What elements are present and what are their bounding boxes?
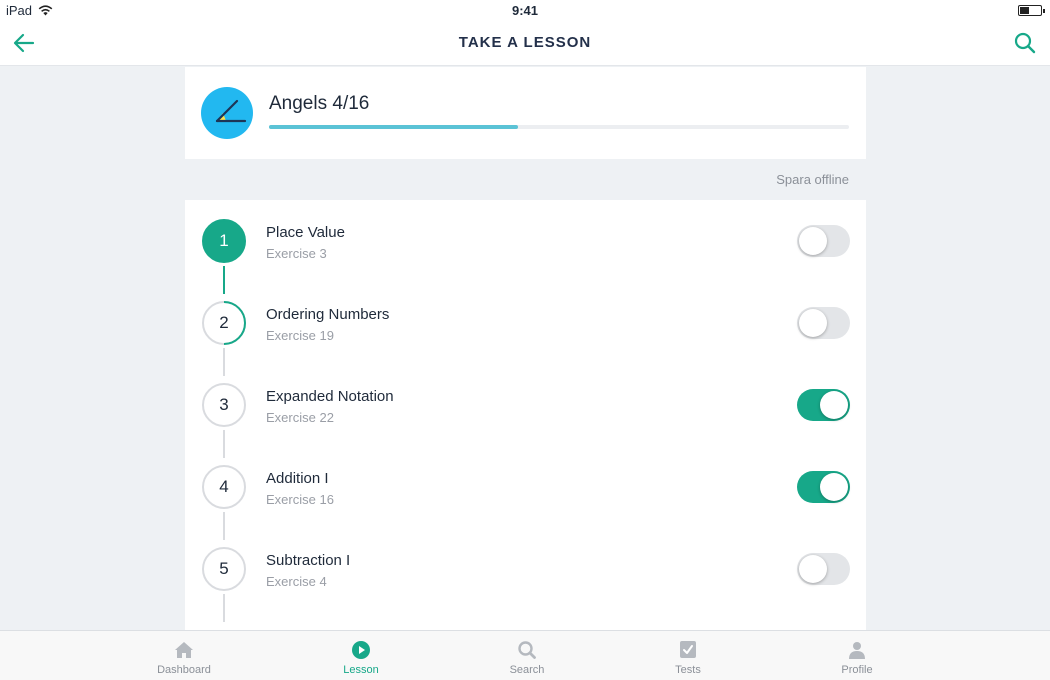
offline-toggle[interactable]: [797, 307, 850, 339]
checkbox-icon: [680, 641, 696, 658]
page-title: TAKE A LESSON: [458, 34, 592, 51]
toggle-knob: [799, 309, 827, 337]
search-button[interactable]: [1014, 32, 1036, 54]
tab-label: Profile: [841, 664, 873, 676]
offline-toggle[interactable]: [797, 225, 850, 257]
step-number: 5: [202, 547, 246, 591]
tab-profile[interactable]: Profile: [797, 631, 917, 680]
lesson-row-4[interactable]: 4 Addition I Exercise 16: [185, 446, 866, 540]
toggle-knob: [799, 227, 827, 255]
step-number-text: 5: [219, 559, 229, 578]
tab-tests[interactable]: Tests: [628, 631, 748, 680]
course-title: Angels 4/16: [269, 93, 370, 114]
lesson-row-1[interactable]: 1 Place Value Exercise 3: [185, 200, 866, 294]
lesson-title: Place Value: [266, 224, 345, 241]
offline-toggle[interactable]: [797, 389, 850, 421]
play-icon: [352, 641, 370, 659]
toggle-knob: [799, 555, 827, 583]
offline-toggle[interactable]: [797, 471, 850, 503]
step-number: 2: [202, 301, 246, 345]
status-bar: iPad 9:41: [0, 0, 1050, 20]
offline-toggle[interactable]: [797, 553, 850, 585]
nav-bar: TAKE A LESSON: [0, 20, 1050, 66]
search-icon: [518, 641, 536, 659]
tab-label: Tests: [675, 664, 701, 676]
tab-label: Lesson: [343, 664, 379, 676]
tab-bar: Dashboard Lesson Search Tests Profile: [0, 630, 1050, 680]
search-icon: [1014, 32, 1036, 54]
lesson-title: Expanded Notation: [266, 388, 394, 405]
status-time: 9:41: [511, 3, 539, 18]
course-progress-bar: [269, 125, 849, 129]
lesson-title: Ordering Numbers: [266, 306, 390, 323]
tab-label: Search: [509, 664, 545, 676]
lesson-subtitle: Exercise 4: [266, 574, 327, 589]
person-icon: [849, 642, 865, 659]
lesson-subtitle: Exercise 22: [266, 410, 334, 425]
tab-lesson[interactable]: Lesson: [301, 631, 421, 680]
lesson-list: 1 Place Value Exercise 3 2 Ordering Numb…: [185, 200, 866, 632]
battery-icon: [1018, 5, 1045, 16]
lesson-row-2[interactable]: 2 Ordering Numbers Exercise 19: [185, 282, 866, 376]
step-number: 4: [202, 465, 246, 509]
lesson-title: Subtraction I: [266, 552, 351, 569]
tab-dashboard[interactable]: Dashboard: [124, 631, 244, 680]
progress-arc: [223, 301, 246, 345]
toggle-knob: [820, 391, 848, 419]
lesson-row-5[interactable]: 5 Subtraction I Exercise 4: [185, 528, 866, 622]
lesson-subtitle: Exercise 19: [266, 328, 334, 343]
step-number-text: 3: [219, 395, 229, 414]
lesson-title: Addition I: [266, 470, 329, 487]
step-connector: [223, 594, 225, 622]
step-number-text: 1: [219, 231, 229, 250]
step-number: 3: [202, 383, 246, 427]
progress-ring: [223, 301, 246, 345]
tab-label: Dashboard: [157, 664, 211, 676]
toggle-knob: [820, 473, 848, 501]
course-progress-fill: [269, 125, 519, 129]
lesson-subtitle: Exercise 3: [266, 246, 327, 261]
home-icon: [175, 642, 193, 658]
lesson-row-3[interactable]: 3 Expanded Notation Exercise 22: [185, 364, 866, 458]
tab-search[interactable]: Search: [467, 631, 587, 680]
course-card: Angels 4/16: [185, 67, 866, 159]
save-offline-label: Spara offline: [776, 172, 849, 187]
step-number: 1: [202, 219, 246, 263]
step-number-text: 4: [219, 477, 229, 496]
angle-icon: [201, 87, 253, 139]
lesson-subtitle: Exercise 16: [266, 492, 334, 507]
